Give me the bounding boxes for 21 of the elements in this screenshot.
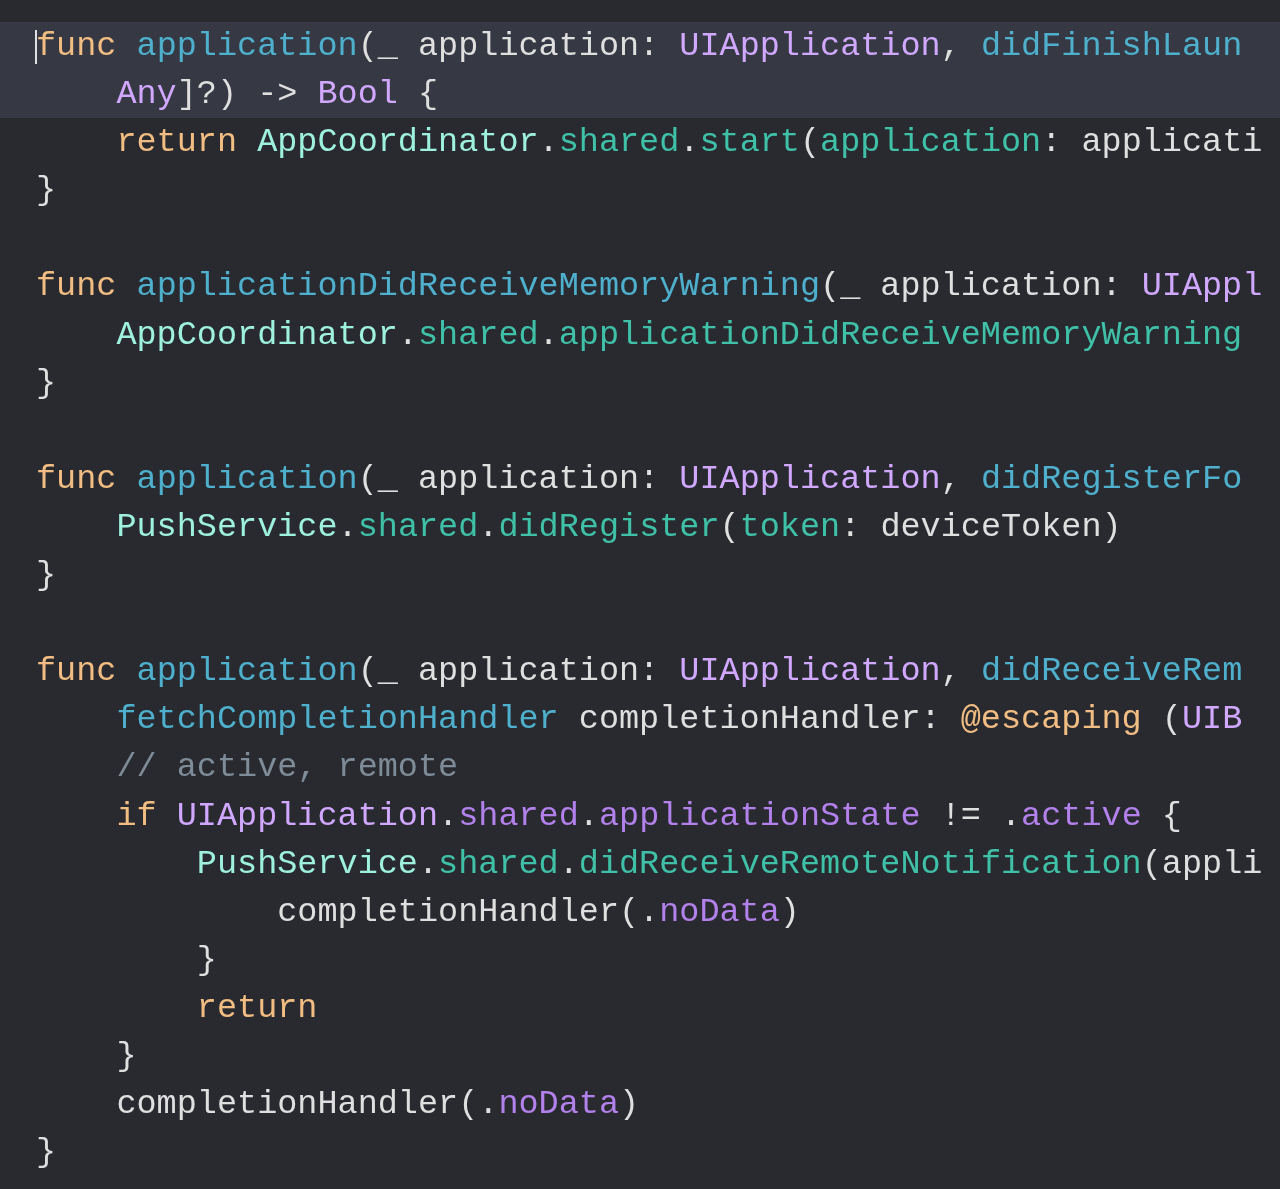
- code-line: completionHandler(.noData): [115, 1084, 640, 1126]
- code-line: AppCoordinator.shared.applicationDidReceiveMemoryWarning: [115, 314, 1243, 356]
- code-line: completionHandler(.noData): [276, 891, 800, 933]
- code-line: }: [36, 170, 57, 212]
- code-line: if UIApplication.shared.applicationState != .active {: [115, 795, 1182, 837]
- code-line: func application(_ application: UIApplication, didReceiveRem: [36, 651, 1243, 693]
- code-line: }: [115, 1035, 137, 1077]
- code-line: func applicationDidReceiveMemoryWarning(_ application: UIAppl: [36, 266, 1263, 308]
- code-line: }: [36, 362, 57, 404]
- code-line: Any]?) -> Bool {: [115, 74, 439, 116]
- code-line: PushService.shared.didReceiveRemoteNotification(appli: [195, 843, 1263, 885]
- code-line: }: [36, 1132, 57, 1174]
- code-line: // active, remote: [115, 747, 459, 789]
- code-line: return: [195, 987, 318, 1029]
- code-line: }: [36, 555, 57, 597]
- code-line: PushService.shared.didRegister(token: deviceToken): [115, 506, 1122, 548]
- code-line: }: [195, 939, 217, 981]
- code-line: return AppCoordinator.shared.start(application: applicati: [115, 122, 1263, 164]
- code-line: func application(_ application: UIApplication, didRegisterFo: [36, 458, 1243, 500]
- code-line: func application(_ application: UIApplication, didFinishLaun: [36, 26, 1243, 67]
- code-line: fetchCompletionHandler completionHandler: @escaping (UIB: [115, 699, 1243, 741]
